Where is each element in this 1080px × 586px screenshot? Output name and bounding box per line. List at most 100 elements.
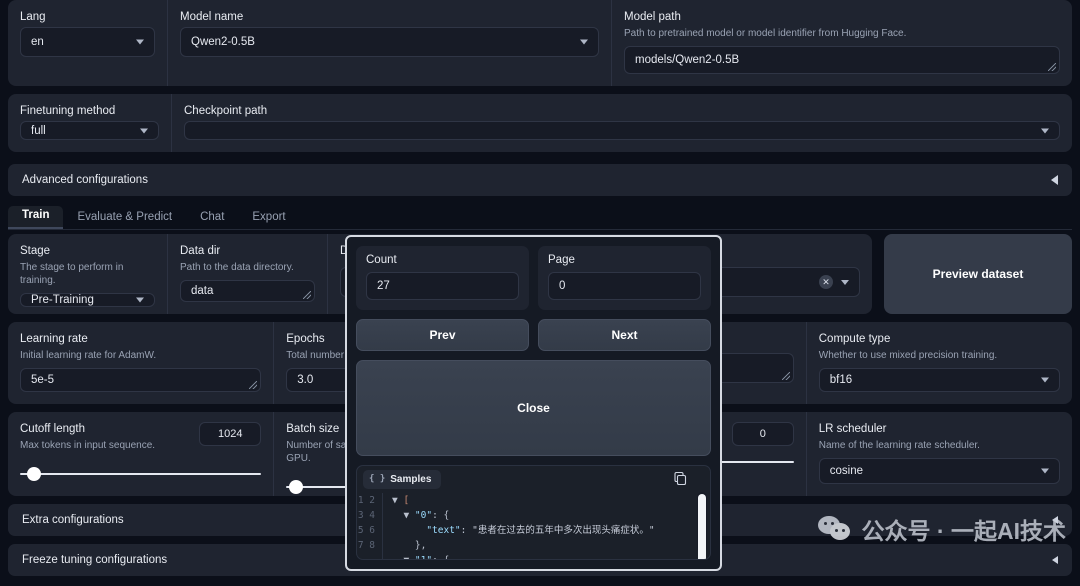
cutoff-length-group: Cutoff length Max tokens in input sequen… (8, 412, 275, 496)
stage-value: Pre-Training (31, 294, 94, 306)
model-path-value: models/Qwen2-0.5B (635, 54, 740, 66)
samples-code-panel: { } Samples 1 2 3 4 5 6 7 8 ▼ [ ▼ "0": {… (356, 464, 711, 560)
resize-handle-icon[interactable] (1048, 63, 1056, 71)
count-label: Count (366, 254, 397, 266)
next-button[interactable]: Next (538, 319, 711, 351)
tab-export[interactable]: Export (238, 208, 299, 229)
lang-label: Lang (20, 11, 46, 23)
finetuning-card: Finetuning method full Checkpoint path (8, 94, 1072, 152)
data-dir-label: Data dir (180, 245, 221, 257)
count-input[interactable]: 27 (366, 272, 519, 300)
cutoff-length-slider[interactable] (20, 466, 262, 482)
code-line-numbers: 1 2 3 4 5 6 7 8 (357, 492, 383, 559)
resize-handle-icon[interactable] (781, 372, 790, 380)
count-group: Count 27 (356, 246, 529, 310)
epochs-value: 3.0 (297, 374, 314, 386)
compute-type-select[interactable]: bf16 (818, 368, 1060, 392)
chevron-down-icon (136, 39, 144, 45)
learning-rate-group: Learning rate Initial learning rate for … (8, 322, 275, 404)
advanced-configurations-label: Advanced configurations (22, 174, 148, 186)
copy-icon[interactable] (672, 471, 688, 487)
model-path-group: Model path Path to pretrained model or m… (612, 0, 1072, 86)
lr-scheduler-value: cosine (829, 465, 863, 477)
advanced-configurations-accordion[interactable]: Advanced configurations (8, 164, 1072, 196)
stage-group: Stage The stage to perform in training. … (8, 234, 168, 314)
chevron-down-icon (1041, 377, 1049, 383)
model-path-hint: Path to pretrained model or model identi… (624, 28, 907, 39)
count-value: 27 (377, 280, 390, 292)
lr-scheduler-select[interactable]: cosine (818, 458, 1060, 484)
clear-icon[interactable]: ✕ (819, 275, 833, 289)
page-group: Page 0 (538, 246, 711, 310)
stage-hint: The stage to perform in training. (20, 262, 124, 286)
learning-rate-input[interactable]: 5e-5 (20, 368, 262, 392)
data-dir-input[interactable]: data (180, 280, 315, 302)
stage-select[interactable]: Pre-Training (20, 293, 155, 307)
slider-thumb[interactable] (288, 480, 303, 494)
stage-label: Stage (20, 245, 51, 257)
lr-scheduler-group: LR scheduler Name of the learning rate s… (807, 412, 1072, 496)
learning-rate-label: Learning rate (20, 333, 88, 345)
app-root: Lang en Model name Qwen2-0.5B Model path… (0, 0, 1080, 586)
extra-configurations-label: Extra configurations (22, 514, 124, 526)
samples-label: Samples (390, 473, 432, 485)
checkpoint-path-label: Checkpoint path (184, 105, 268, 117)
slider-track (20, 473, 262, 475)
model-path-label: Model path (624, 11, 681, 23)
freeze-tuning-label: Freeze tuning configurations (22, 554, 168, 566)
json-braces-icon: { } (369, 474, 386, 484)
close-button[interactable]: Close (356, 360, 711, 456)
compute-type-group: Compute type Whether to use mixed precis… (807, 322, 1072, 404)
code-scrollbar[interactable] (697, 491, 707, 560)
modal-fields-row: Count 27 Page 0 (356, 246, 711, 310)
checkpoint-path-select[interactable] (184, 121, 1060, 140)
finetuning-method-value: full (31, 124, 46, 137)
finetuning-method-select[interactable]: full (20, 121, 159, 140)
tab-evaluate-predict[interactable]: Evaluate & Predict (63, 208, 186, 229)
modal-nav-row: Prev Next (356, 319, 711, 351)
page-input[interactable]: 0 (548, 272, 701, 300)
chevron-down-icon (136, 297, 144, 303)
data-dir-hint: Path to the data directory. (180, 262, 294, 273)
chevron-down-icon (1041, 128, 1049, 133)
val-size-value[interactable]: 0 (731, 422, 794, 446)
lang-select[interactable]: en (20, 27, 155, 57)
checkpoint-path-group: Checkpoint path (172, 94, 1072, 152)
compute-type-hint: Whether to use mixed precision training. (818, 350, 998, 361)
data-dir-group: Data dir Path to the data directory. dat… (168, 234, 328, 314)
model-name-select[interactable]: Qwen2-0.5B (180, 27, 599, 57)
page-value: 0 (559, 280, 566, 292)
collapse-arrow-icon[interactable] (1051, 175, 1058, 185)
cutoff-length-hint: Max tokens in input sequence. (20, 440, 156, 451)
model-path-input[interactable]: models/Qwen2-0.5B (624, 46, 1060, 74)
top-config-card: Lang en Model name Qwen2-0.5B Model path… (8, 0, 1072, 86)
resize-handle-icon[interactable] (249, 381, 258, 389)
compute-type-value: bf16 (829, 374, 853, 386)
chevron-down-icon (580, 39, 588, 45)
lang-group: Lang en (8, 0, 168, 86)
prev-button[interactable]: Prev (356, 319, 529, 351)
chevron-down-icon (140, 128, 148, 133)
code-body: 1 2 3 4 5 6 7 8 ▼ [ ▼ "0": { "text": "患者… (357, 489, 710, 560)
code-scrollbar-thumb[interactable] (698, 493, 706, 560)
learning-rate-hint: Initial learning rate for AdamW. (20, 350, 157, 361)
page-label: Page (548, 254, 575, 266)
tab-chat[interactable]: Chat (186, 208, 238, 229)
collapse-arrow-icon[interactable] (1052, 516, 1058, 524)
compute-type-label: Compute type (818, 333, 891, 345)
learning-rate-value: 5e-5 (31, 374, 55, 386)
code-content: ▼ [ ▼ "0": { "text": "患者在过去的五年中多次出现头痛症状。… (392, 494, 655, 560)
cutoff-length-label: Cutoff length (20, 423, 86, 435)
slider-thumb[interactable] (27, 467, 42, 481)
resize-handle-icon[interactable] (303, 291, 311, 299)
lang-value: en (31, 36, 44, 48)
cutoff-length-value[interactable]: 1024 (199, 422, 262, 446)
preview-dataset-button[interactable]: Preview dataset (884, 234, 1072, 314)
tab-train[interactable]: Train (8, 206, 64, 229)
collapse-arrow-icon[interactable] (1052, 556, 1058, 564)
lr-scheduler-label: LR scheduler (818, 423, 887, 435)
finetuning-method-group: Finetuning method full (8, 94, 172, 152)
model-name-group: Model name Qwen2-0.5B (168, 0, 612, 86)
finetuning-method-label: Finetuning method (20, 105, 116, 117)
preview-dataset-modal: Count 27 Page 0 Prev Next Close { } Samp… (345, 235, 722, 571)
